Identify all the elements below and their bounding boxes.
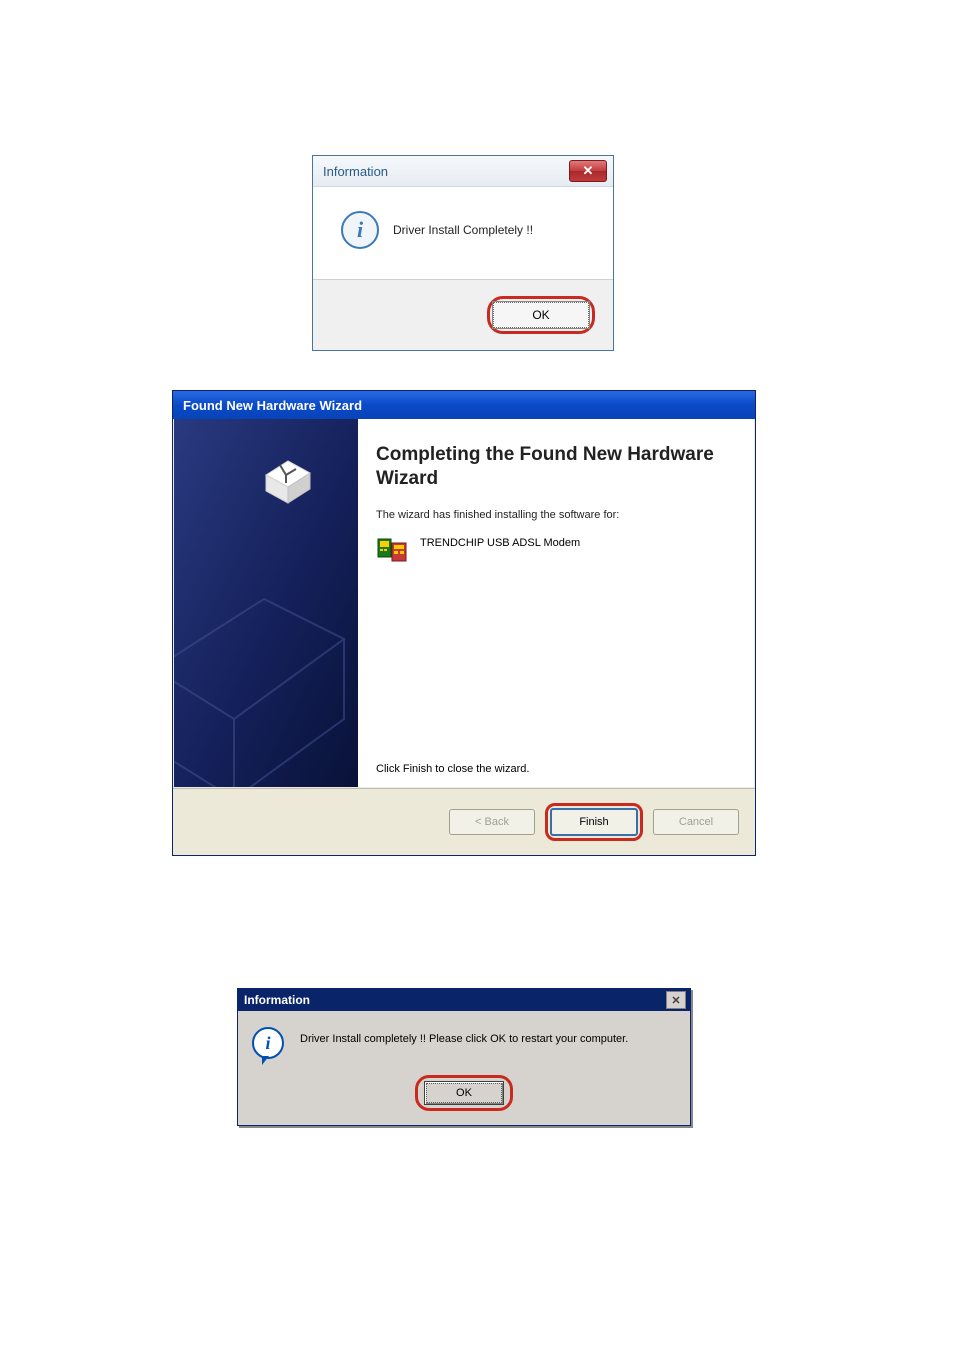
dialog-message: Driver Install completely !! Please clic… xyxy=(300,1027,628,1045)
dialog-title: Found New Hardware Wizard xyxy=(183,398,362,413)
finish-button-label: Finish xyxy=(579,816,608,828)
dialog-body: i Driver Install Completely !! xyxy=(313,187,613,279)
dialog-message: Driver Install Completely !! xyxy=(393,223,533,237)
cancel-button-label: Cancel xyxy=(679,816,713,828)
close-icon: ✕ xyxy=(671,994,680,1007)
ok-button[interactable]: OK xyxy=(424,1081,504,1105)
wizard-side-graphic xyxy=(174,419,358,787)
dialog-title: Information xyxy=(244,993,310,1007)
information-dialog-vista: Information ✕ i Driver Install Completel… xyxy=(312,155,614,351)
info-icon: i xyxy=(341,211,379,249)
close-icon: ✕ xyxy=(583,163,594,179)
title-bar[interactable]: Information ✕ xyxy=(313,156,613,187)
title-bar[interactable]: Found New Hardware Wizard xyxy=(173,391,755,419)
dialog-main: Completing the Found New Hardware Wizard… xyxy=(173,419,755,788)
information-dialog-classic: Information ✕ i Driver Install completel… xyxy=(237,988,691,1126)
dialog-body: i Driver Install completely !! Please cl… xyxy=(238,1011,690,1069)
dialog-footer: < Back Finish Cancel xyxy=(173,788,755,855)
device-row: TRENDCHIP USB ADSL Modem xyxy=(376,535,734,567)
wizard-subtext: The wizard has finished installing the s… xyxy=(376,509,734,521)
close-instruction: Click Finish to close the wizard. xyxy=(376,763,529,775)
ok-button[interactable]: OK xyxy=(493,302,589,328)
highlight-annotation: Finish xyxy=(545,803,643,841)
close-button[interactable]: ✕ xyxy=(666,991,686,1009)
back-button: < Back xyxy=(449,809,535,835)
device-name: TRENDCHIP USB ADSL Modem xyxy=(420,535,580,549)
dialog-footer: OK xyxy=(238,1069,690,1125)
dialog-footer: OK xyxy=(313,279,613,350)
highlight-annotation: OK xyxy=(415,1075,513,1111)
ok-button-label: OK xyxy=(532,308,549,322)
back-button-label: < Back xyxy=(475,816,509,828)
wizard-heading: Completing the Found New Hardware Wizard xyxy=(376,443,734,491)
cancel-button: Cancel xyxy=(653,809,739,835)
finish-button[interactable]: Finish xyxy=(550,808,638,836)
ok-button-label: OK xyxy=(456,1087,472,1099)
info-icon: i xyxy=(252,1027,284,1063)
close-button[interactable]: ✕ xyxy=(569,160,607,182)
wizard-content: Completing the Found New Hardware Wizard… xyxy=(358,419,754,787)
device-icon xyxy=(376,535,408,567)
highlight-annotation: OK xyxy=(487,296,595,334)
found-new-hardware-wizard-dialog: Found New Hardware Wizard xyxy=(172,390,756,856)
dialog-title: Information xyxy=(323,164,388,179)
title-bar[interactable]: Information ✕ xyxy=(238,989,690,1011)
